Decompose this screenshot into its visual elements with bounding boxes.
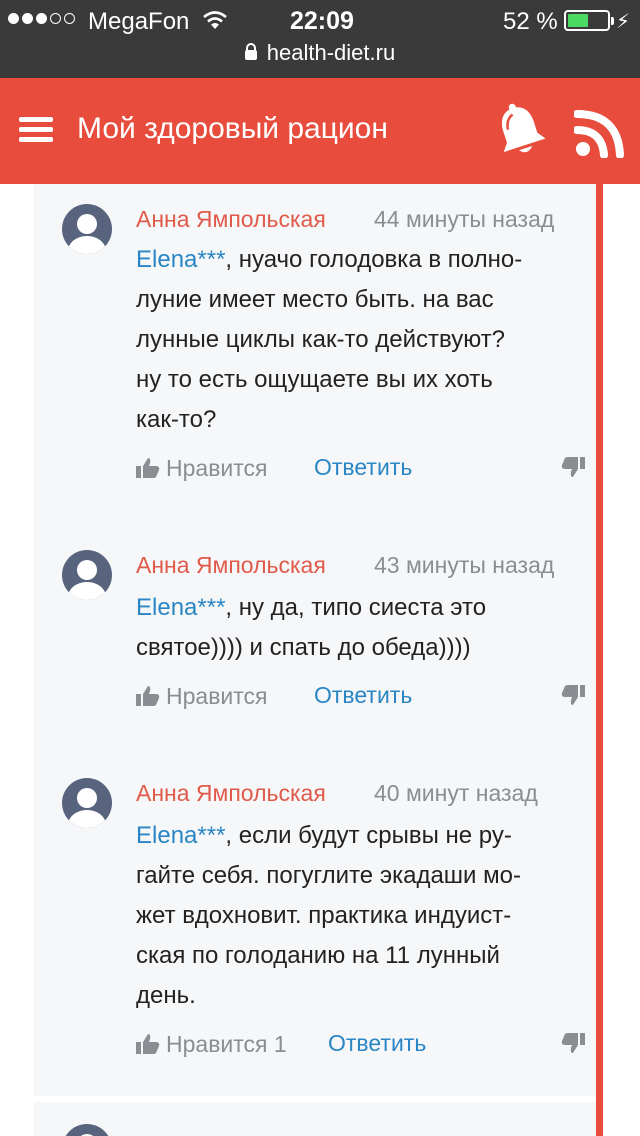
- reply-button[interactable]: Ответить: [314, 682, 412, 709]
- thumbs-down-icon[interactable]: [561, 1032, 585, 1054]
- url-text: health-diet.ru: [266, 40, 396, 65]
- thumbs-down-icon[interactable]: [561, 456, 585, 478]
- comment-author[interactable]: Анна Ямпольская: [136, 206, 326, 233]
- ios-status-bar: MegaFon 22:09 52 % ⚡ health-diet.ru: [0, 0, 640, 78]
- reply-button[interactable]: Ответить: [314, 454, 412, 481]
- like-button[interactable]: Нравится 1: [136, 1030, 287, 1058]
- comment: [34, 1102, 596, 1136]
- rss-icon[interactable]: [574, 108, 626, 158]
- battery-percent: 52 %: [503, 8, 558, 35]
- avatar[interactable]: [62, 1124, 112, 1136]
- site-title[interactable]: Мой здоровый рацион: [77, 112, 388, 146]
- carrier-name: MegaFon: [88, 8, 190, 35]
- address-bar[interactable]: health-diet.ru: [0, 40, 640, 72]
- thumbs-down-icon[interactable]: [561, 684, 585, 706]
- menu-icon[interactable]: [19, 117, 53, 143]
- comment: Анна Ямпольская 44 минуты назад Elena***…: [34, 184, 596, 520]
- thumbs-up-icon: [136, 1034, 160, 1054]
- avatar[interactable]: [62, 778, 112, 828]
- comment: Анна Ямпольская 43 минуты назад Elena***…: [34, 520, 596, 748]
- comments-section: Анна Ямпольская 44 минуты назад Elena***…: [0, 184, 640, 1136]
- thumbs-up-icon: [136, 458, 160, 478]
- like-button[interactable]: Нравится: [136, 454, 268, 482]
- bell-icon[interactable]: [492, 102, 548, 160]
- comment-time: 40 минут назад: [374, 780, 538, 806]
- charging-icon: ⚡: [616, 11, 631, 33]
- comment-text: Elena***, если будут срывы не ру- гайте …: [136, 822, 521, 1009]
- comment-author[interactable]: Анна Ямпольская: [136, 552, 326, 579]
- thumbs-up-icon: [136, 686, 160, 706]
- comment-author[interactable]: Анна Ямпольская: [136, 780, 326, 807]
- lock-icon: [244, 43, 257, 60]
- wifi-icon: [203, 11, 227, 29]
- mention-link[interactable]: Elena***: [136, 822, 225, 849]
- battery-icon: [564, 10, 614, 31]
- like-button[interactable]: Нравится: [136, 682, 268, 710]
- comment-time: 44 минуты назад: [374, 206, 555, 232]
- thread-indicator: [596, 184, 603, 1136]
- comment-time: 43 минуты назад: [374, 552, 555, 578]
- signal-strength-icon: [8, 13, 75, 24]
- mention-link[interactable]: Elena***: [136, 246, 225, 273]
- comment: Анна Ямпольская 40 минут назад Elena***,…: [34, 748, 596, 1096]
- mention-link[interactable]: Elena***: [136, 594, 225, 621]
- site-header: Мой здоровый рацион: [0, 78, 640, 184]
- avatar[interactable]: [62, 204, 112, 254]
- comment-text: Elena***, нуачо голодовка в полно- луние…: [136, 246, 523, 433]
- reply-button[interactable]: Ответить: [328, 1030, 426, 1057]
- avatar[interactable]: [62, 550, 112, 600]
- clock: 22:09: [290, 7, 354, 35]
- comment-text: Elena***, ну да, типо сиеста это святое)…: [136, 594, 487, 661]
